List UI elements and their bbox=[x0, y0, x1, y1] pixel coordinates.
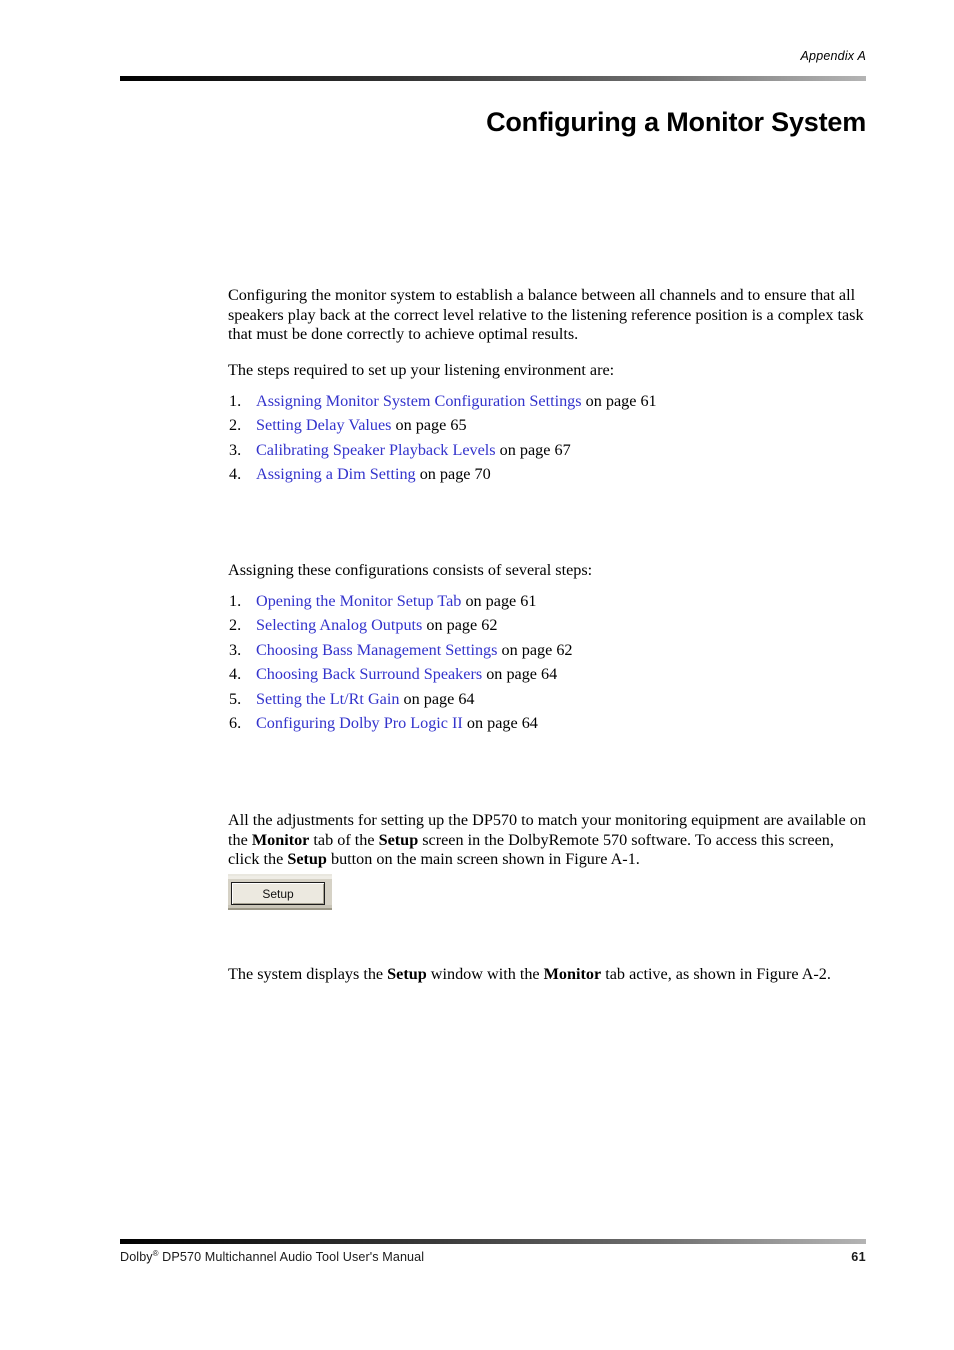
setup-paragraph-part-4: button on the main screen shown in Figur… bbox=[326, 850, 640, 869]
assigning-list-block: 1. Opening the Monitor Setup Tab on page … bbox=[228, 589, 866, 735]
xref-link-selecting-analog-outputs[interactable]: Selecting Analog Outputs bbox=[256, 616, 422, 634]
page-footer: Dolby® DP570 Multichannel Audio Tool Use… bbox=[120, 1249, 866, 1265]
page-number: 61 bbox=[851, 1250, 866, 1265]
assigning-lead-in: Assigning these configurations consists … bbox=[228, 561, 593, 579]
list-item: 4. Choosing Back Surround Speakers on pag… bbox=[228, 662, 866, 686]
xref-page-ref: on page 70 bbox=[415, 465, 491, 484]
xref-link-configuring-dolby-pro-logic-ii[interactable]: Configuring Dolby Pro Logic II bbox=[256, 714, 463, 732]
setup-paragraph-block: All the adjustments for setting up the D… bbox=[228, 811, 866, 870]
list-number: 1. bbox=[229, 592, 242, 610]
list-item: 5. Setting the Lt/Rt Gain on page 64 bbox=[228, 687, 866, 711]
steps-lead-in: The steps required to set up your listen… bbox=[228, 361, 615, 379]
xref-page-ref: on page 64 bbox=[399, 689, 475, 708]
xref-link-calibrating-speaker-playback-levels[interactable]: Calibrating Speaker Playback Levels bbox=[256, 441, 496, 459]
closing-paragraph-bold-setup: Setup bbox=[387, 965, 427, 983]
xref-link-assigning-a-dim-setting[interactable]: Assigning a Dim Setting bbox=[256, 465, 416, 483]
steps-list: 1. Assigning Monitor System Configuration… bbox=[228, 389, 866, 487]
setup-button[interactable]: Setup bbox=[231, 882, 325, 905]
setup-paragraph-bold-setup-2: Setup bbox=[287, 850, 327, 869]
intro-paragraph: Configuring the monitor system to establ… bbox=[228, 286, 864, 344]
footer-brand: Dolby bbox=[120, 1250, 153, 1265]
list-number: 4. bbox=[229, 665, 242, 684]
steps-list-block: 1. Assigning Monitor System Configuration… bbox=[228, 389, 866, 487]
closing-paragraph-part-3: tab active, as shown in Figure A-2. bbox=[601, 965, 831, 983]
xref-link-assigning-monitor-system-configuration-settings[interactable]: Assigning Monitor System Configuration S… bbox=[256, 392, 582, 410]
list-item: 2. Selecting Analog Outputs on page 62 bbox=[228, 613, 866, 637]
running-header: Appendix A bbox=[800, 49, 866, 63]
xref-page-ref: on page 64 bbox=[462, 714, 538, 733]
list-item: 1. Assigning Monitor System Configuration… bbox=[228, 389, 866, 413]
closing-paragraph-bold-monitor: Monitor bbox=[543, 965, 602, 983]
xref-page-ref: on page 61 bbox=[461, 592, 537, 610]
steps-lead-in-block: The steps required to set up your listen… bbox=[228, 361, 866, 381]
list-number: 2. bbox=[229, 616, 242, 635]
xref-link-opening-the-monitor-setup-tab[interactable]: Opening the Monitor Setup Tab bbox=[256, 592, 461, 610]
list-number: 3. bbox=[229, 640, 242, 659]
document-page: Appendix A Configuring a Monitor System … bbox=[0, 0, 954, 1350]
list-item: 1. Opening the Monitor Setup Tab on page … bbox=[228, 589, 866, 613]
assigning-steps-list: 1. Opening the Monitor Setup Tab on page … bbox=[228, 589, 866, 735]
closing-paragraph: The system displays the Setup window wit… bbox=[228, 965, 866, 985]
footer-manual-title: Dolby® DP570 Multichannel Audio Tool Use… bbox=[120, 1249, 425, 1265]
xref-page-ref: on page 64 bbox=[482, 665, 558, 684]
header-rule bbox=[120, 76, 866, 81]
list-number: 6. bbox=[229, 714, 242, 733]
assigning-lead-in-block: Assigning these configurations consists … bbox=[228, 561, 866, 581]
list-item: 2. Setting Delay Values on page 65 bbox=[228, 413, 866, 437]
list-number: 2. bbox=[229, 416, 242, 435]
intro-paragraph-block: Configuring the monitor system to establ… bbox=[228, 286, 866, 345]
list-number: 1. bbox=[229, 392, 242, 410]
xref-link-choosing-bass-management-settings[interactable]: Choosing Bass Management Settings bbox=[256, 641, 497, 659]
closing-paragraph-part-2: window with the bbox=[426, 965, 544, 983]
footer-rule bbox=[120, 1239, 866, 1244]
list-item: 6. Configuring Dolby Pro Logic II on page… bbox=[228, 711, 866, 735]
list-number: 4. bbox=[229, 465, 242, 484]
xref-page-ref: on page 61 bbox=[581, 392, 657, 410]
list-item: 4. Assigning a Dim Setting on page 70 bbox=[228, 462, 866, 486]
list-item: 3. Calibrating Speaker Playback Levels on… bbox=[228, 438, 866, 462]
figure-setup-button-screenshot: Setup bbox=[228, 874, 332, 910]
xref-page-ref: on page 62 bbox=[497, 640, 573, 659]
setup-paragraph-bold-setup-1: Setup bbox=[378, 830, 419, 849]
list-number: 5. bbox=[229, 689, 242, 708]
setup-paragraph-part-2: tab of the bbox=[309, 830, 379, 849]
page-title: Configuring a Monitor System bbox=[486, 107, 866, 138]
xref-page-ref: on page 62 bbox=[422, 616, 498, 635]
closing-paragraph-part-1: The system displays the bbox=[228, 965, 388, 983]
toolbar-strip: Setup bbox=[228, 874, 332, 910]
list-item: 3. Choosing Bass Management Settings on p… bbox=[228, 638, 866, 662]
list-number: 3. bbox=[229, 440, 242, 459]
footer-manual-name: DP570 Multichannel Audio Tool User's Man… bbox=[158, 1250, 425, 1265]
xref-link-setting-the-lt-rt-gain[interactable]: Setting the Lt/Rt Gain bbox=[256, 690, 399, 708]
setup-paragraph: All the adjustments for setting up the D… bbox=[228, 811, 866, 870]
xref-link-choosing-back-surround-speakers[interactable]: Choosing Back Surround Speakers bbox=[256, 665, 482, 683]
xref-link-setting-delay-values[interactable]: Setting Delay Values bbox=[256, 416, 391, 434]
closing-paragraph-block: The system displays the Setup window wit… bbox=[228, 965, 866, 985]
xref-page-ref: on page 67 bbox=[495, 440, 571, 459]
xref-page-ref: on page 65 bbox=[391, 416, 467, 435]
setup-paragraph-bold-monitor: Monitor bbox=[251, 830, 310, 849]
